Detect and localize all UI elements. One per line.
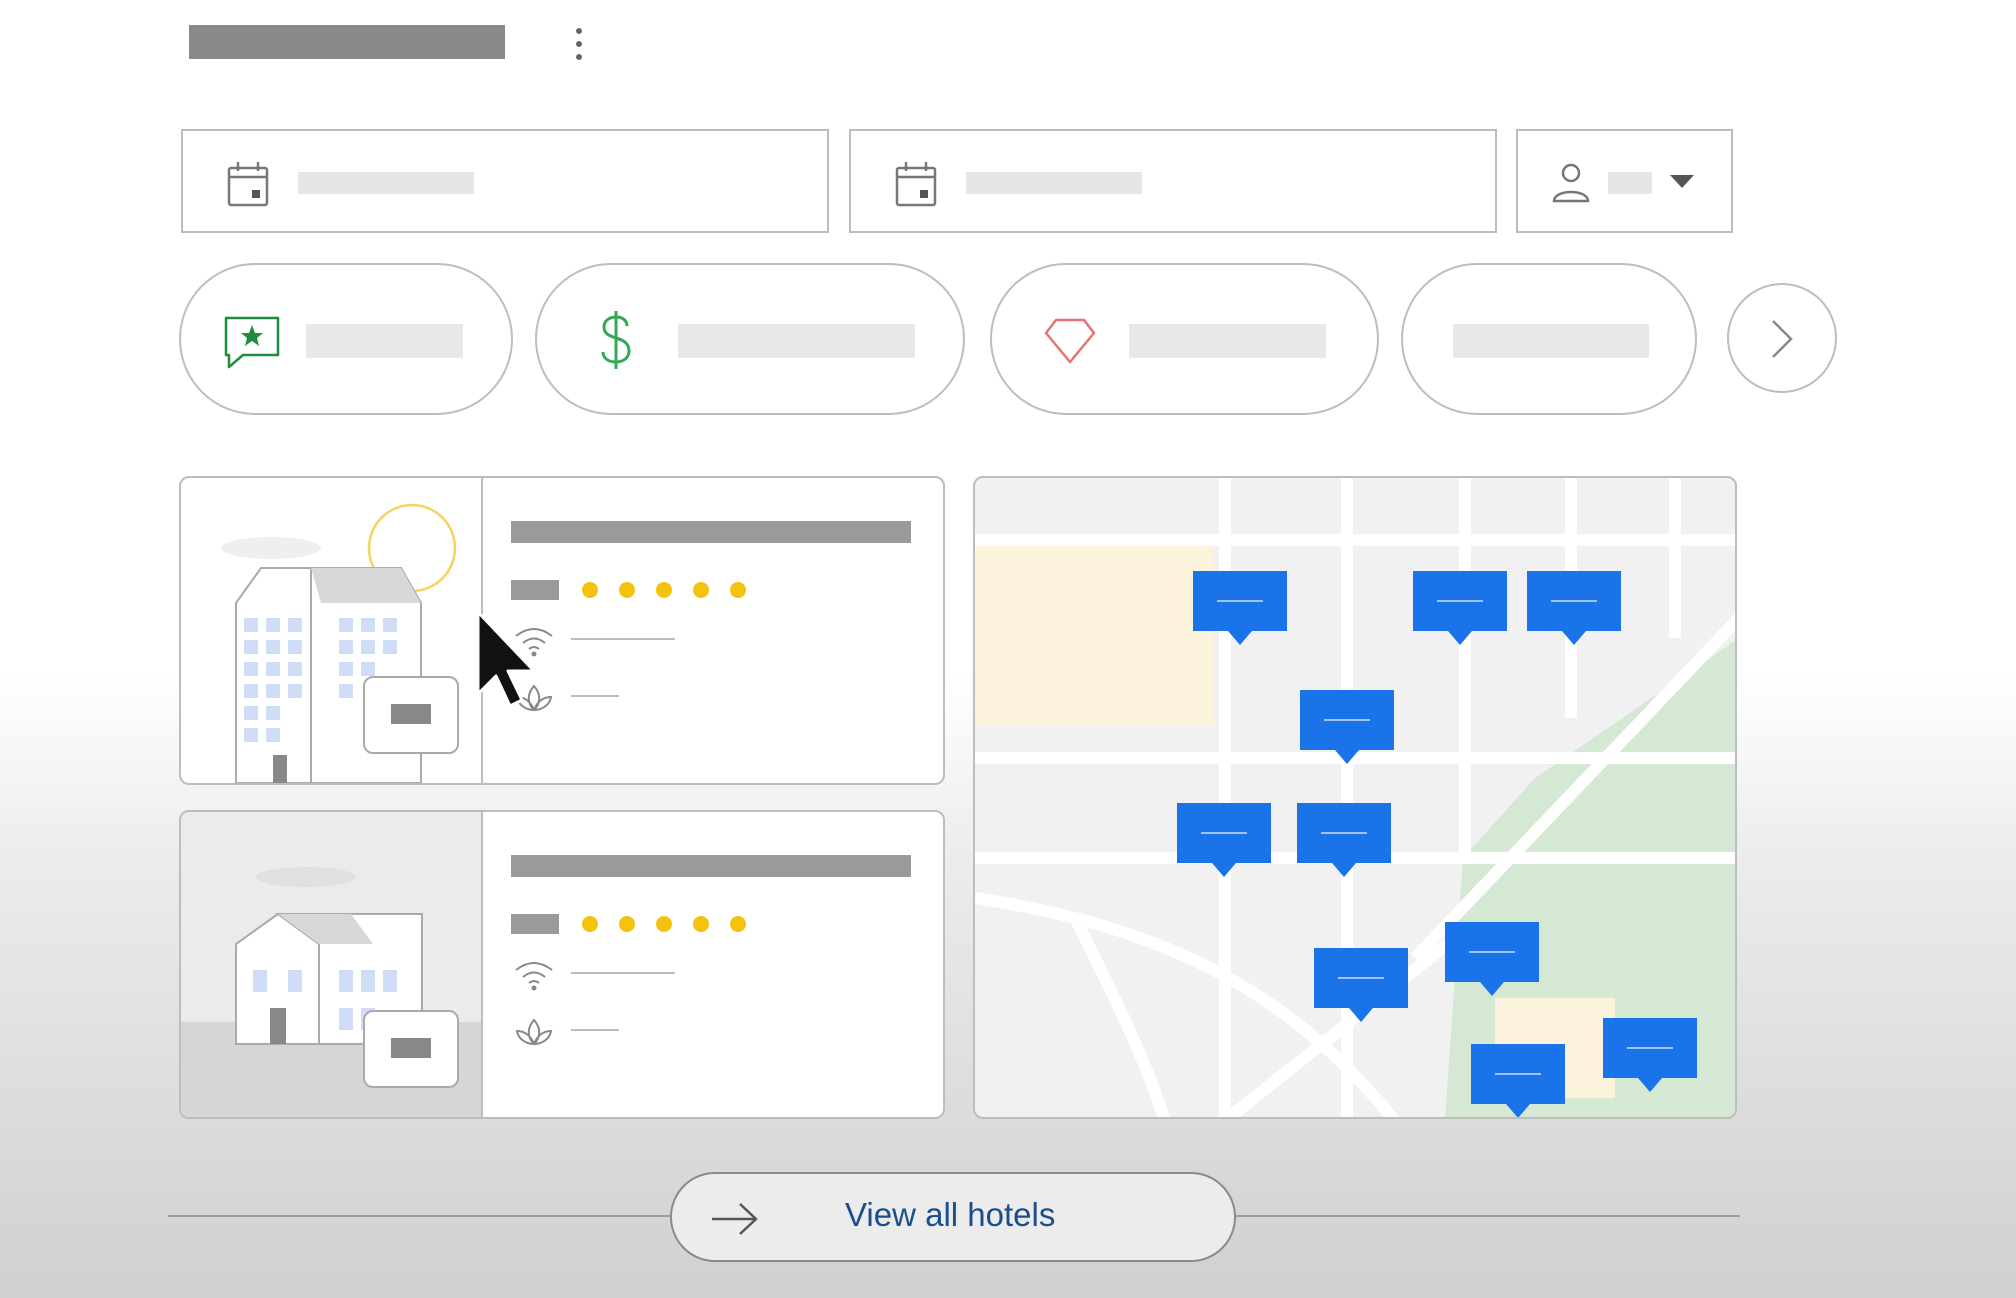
luxury-filter-chip[interactable]	[990, 263, 1379, 415]
hotel-image	[181, 812, 483, 1117]
more-options-icon[interactable]	[570, 24, 588, 64]
hotel-image	[181, 478, 483, 783]
arrow-right-icon	[712, 1203, 758, 1235]
calendar-icon	[227, 162, 269, 207]
rating-dot	[730, 582, 746, 598]
chevron-right-icon	[1772, 320, 1793, 358]
calendar-icon	[895, 162, 937, 207]
review-star-icon	[224, 316, 280, 369]
check-out-placeholder	[966, 172, 1142, 194]
reviews-label-placeholder	[306, 324, 463, 358]
guests-dropdown[interactable]	[1516, 129, 1733, 233]
more-filter-chip[interactable]	[1401, 263, 1697, 415]
hotel-card[interactable]	[179, 810, 945, 1119]
wifi-detail-placeholder	[571, 638, 675, 640]
hotel-map-pin[interactable]	[1314, 948, 1408, 1022]
price-label-placeholder	[678, 324, 915, 358]
hotel-map-pin[interactable]	[1297, 803, 1391, 877]
luxury-label-placeholder	[1129, 324, 1326, 358]
rating-dot	[656, 916, 672, 932]
hotel-card[interactable]	[179, 476, 945, 785]
hotel-map-pin[interactable]	[1471, 1044, 1565, 1117]
hotel-map-pin[interactable]	[1300, 690, 1394, 764]
reviews-filter-chip[interactable]	[179, 263, 513, 415]
rating-dot	[619, 916, 635, 932]
price-tag	[363, 676, 459, 754]
hotel-map-pin[interactable]	[1527, 571, 1621, 645]
check-out-date-field[interactable]	[849, 129, 1497, 233]
next-filters-button[interactable]	[1727, 283, 1837, 393]
hotel-rating-placeholder	[511, 914, 559, 934]
spa-detail-placeholder	[571, 695, 619, 697]
chevron-down-icon	[1670, 175, 1694, 188]
hotel-map[interactable]	[973, 476, 1737, 1119]
rating-dot	[582, 582, 598, 598]
hotel-map-pin[interactable]	[1413, 571, 1507, 645]
hotel-name-placeholder	[511, 855, 911, 877]
guests-count-placeholder	[1608, 172, 1652, 194]
hotel-map-pin[interactable]	[1177, 803, 1271, 877]
filter-label-placeholder	[1453, 324, 1649, 358]
rating-dot	[693, 916, 709, 932]
rating-dot	[582, 916, 598, 932]
hotel-map-pin[interactable]	[1193, 571, 1287, 645]
dollar-icon	[601, 311, 631, 369]
hotel-map-pin[interactable]	[1445, 922, 1539, 996]
person-icon	[1552, 163, 1590, 203]
check-in-placeholder	[298, 172, 474, 194]
price-filter-chip[interactable]	[535, 263, 965, 415]
wifi-detail-placeholder	[571, 972, 675, 974]
price-tag	[363, 1010, 459, 1088]
mouse-cursor-icon	[476, 610, 536, 708]
hotel-name-placeholder	[511, 521, 911, 543]
hotel-map-pin[interactable]	[1603, 1018, 1697, 1092]
lotus-icon	[515, 1018, 553, 1046]
rating-dot	[656, 582, 672, 598]
title-placeholder	[189, 25, 505, 59]
rating-dot	[619, 582, 635, 598]
check-in-date-field[interactable]	[181, 129, 829, 233]
view-all-hotels-label: View all hotels	[845, 1196, 1056, 1233]
hotel-rating-placeholder	[511, 580, 559, 600]
wifi-icon	[515, 962, 553, 991]
diamond-icon	[1044, 318, 1096, 364]
rating-dot	[693, 582, 709, 598]
spa-detail-placeholder	[571, 1029, 619, 1031]
rating-dot	[730, 916, 746, 932]
view-all-hotels-button[interactable]: View all hotels	[670, 1172, 1236, 1262]
